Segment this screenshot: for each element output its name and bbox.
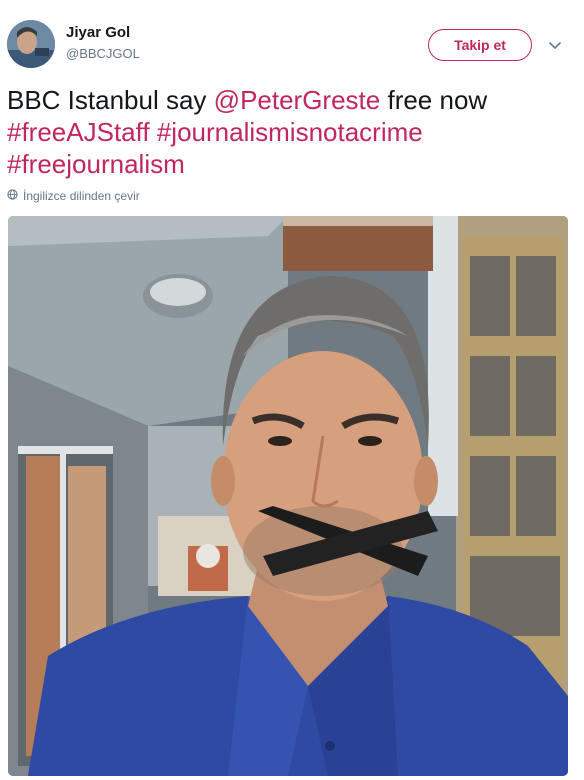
follow-button[interactable]: Takip et — [428, 29, 532, 61]
tweet-text-plain: BBC Istanbul say — [7, 85, 207, 115]
hashtag-link[interactable]: #journalismisnotacrime — [157, 117, 423, 147]
tweet-text-after-mention: free now — [387, 85, 488, 115]
tweet-photo[interactable] — [8, 216, 568, 776]
chevron-down-icon[interactable] — [545, 36, 565, 56]
mention-link[interactable]: @PeterGreste — [214, 85, 381, 115]
globe-icon — [7, 189, 18, 203]
avatar[interactable] — [7, 20, 55, 68]
hashtag-link[interactable]: #freejournalism — [7, 149, 185, 179]
translate-label: İngilizce dilinden çevir — [23, 189, 140, 203]
tweet-text: BBC Istanbul say @PeterGreste free now #… — [7, 84, 577, 180]
user-name[interactable]: Jiyar Gol — [66, 24, 130, 41]
user-handle[interactable]: @BBCJGOL — [66, 46, 140, 61]
translate-link[interactable]: İngilizce dilinden çevir — [7, 189, 140, 203]
hashtag-link[interactable]: #freeAJStaff — [7, 117, 150, 147]
